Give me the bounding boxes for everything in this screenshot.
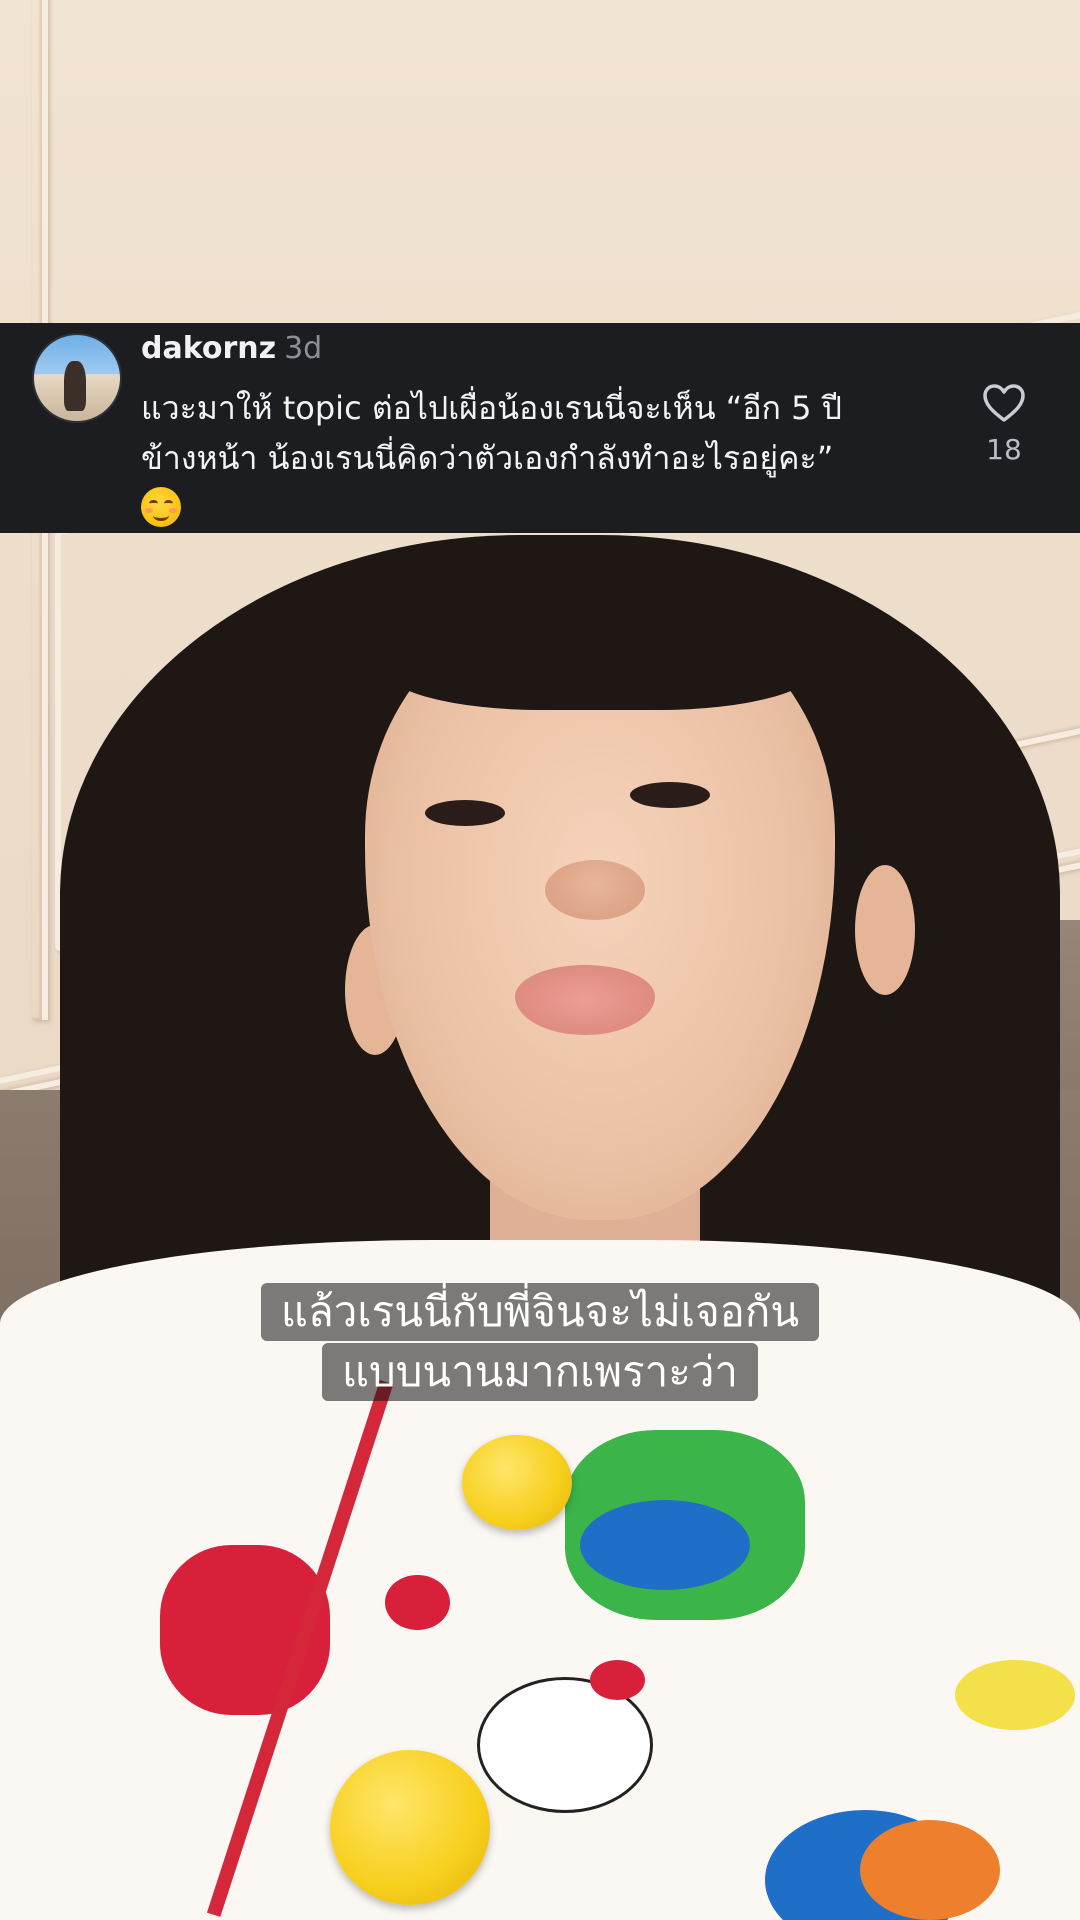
- nose: [545, 860, 645, 920]
- comment-time: 3d: [284, 331, 323, 366]
- avatar[interactable]: [32, 333, 122, 423]
- print-patch-red-small: [385, 1575, 450, 1630]
- emoji-mouth: [153, 510, 169, 521]
- like-count: 18: [986, 433, 1022, 466]
- emoji-blush-left: [145, 508, 153, 513]
- comment-header: dakornz 3d: [141, 331, 322, 366]
- caption-line-1: แล้วเรนนี่กับพี่จินจะไม่เจอกัน: [260, 1283, 820, 1341]
- video-caption: แล้วเรนนี่กับพี่จินจะไม่เจอกัน แบบนานมาก…: [0, 1283, 1080, 1401]
- comment-text-line-1: แวะมาให้ topic ต่อไปเผื่อน้องเรนนี่จะเห็…: [141, 389, 842, 427]
- print-duck-white: [480, 1680, 650, 1810]
- emoji-blush-right: [169, 508, 177, 513]
- username[interactable]: dakornz: [141, 331, 276, 366]
- like-button[interactable]: 18: [980, 383, 1028, 466]
- print-patch-blue: [580, 1500, 750, 1590]
- shirt-button-top: [462, 1435, 572, 1530]
- shirt-button-bottom: [330, 1750, 490, 1905]
- ear-right: [855, 865, 915, 995]
- heart-outline-icon[interactable]: [982, 383, 1026, 423]
- print-duck-hat: [590, 1660, 645, 1700]
- print-patch-yellow: [955, 1660, 1075, 1730]
- comment-reply-banner[interactable]: dakornz 3d แวะมาให้ topic ต่อไปเผื่อน้องเ…: [0, 323, 1080, 533]
- eye-left: [425, 800, 505, 826]
- smiling-face-with-blush-icon: [141, 487, 181, 527]
- caption-line-2: แบบนานมากเพราะว่า: [321, 1343, 758, 1401]
- video-frame[interactable]: dakornz 3d แวะมาให้ topic ต่อไปเผื่อน้องเ…: [0, 0, 1080, 1920]
- eye-right: [630, 782, 710, 808]
- comment-text: แวะมาให้ topic ต่อไปเผื่อน้องเรนนี่จะเห็…: [141, 383, 941, 527]
- avatar-figure: [64, 361, 86, 411]
- comment-text-line-2: ข้างหน้า น้องเรนนี่คิดว่าตัวเองกำลังทำอะ…: [141, 439, 834, 477]
- print-patch-orange: [860, 1820, 1000, 1920]
